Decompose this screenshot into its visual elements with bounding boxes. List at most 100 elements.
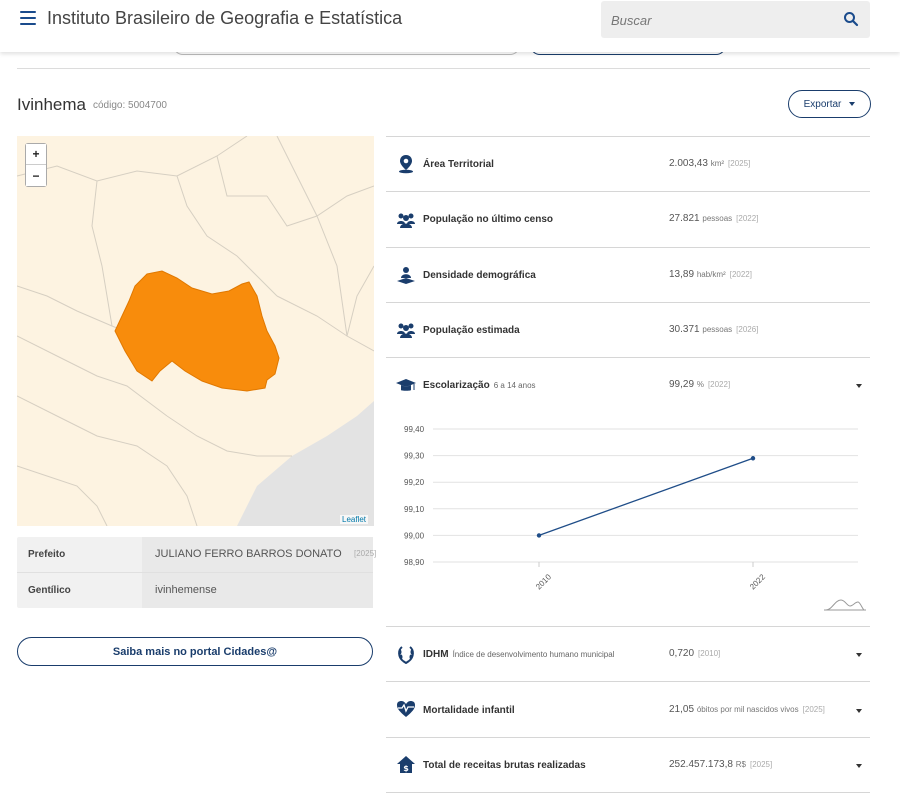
info-year: [2025] xyxy=(354,549,377,558)
chart-y-tick-label: 99,40 xyxy=(404,425,425,434)
people-icon xyxy=(397,323,415,338)
value-year: [2025] xyxy=(749,760,773,769)
indicator-value: 2.003,43 km² [2025] xyxy=(669,158,750,169)
map-canvas xyxy=(17,136,374,526)
search-icon[interactable] xyxy=(843,11,859,27)
indicator-value: 252.457.173,8 R$ [2025] xyxy=(669,759,772,770)
indicator-value: 99,29 % [2022] xyxy=(669,379,730,390)
chart-y-tick-label: 99,10 xyxy=(404,505,425,514)
graduation-cap-icon xyxy=(396,379,416,391)
search-input[interactable] xyxy=(611,10,831,30)
indicator-label: Escolarização 6 a 14 anos xyxy=(423,380,536,391)
indicator-label: Área Territorial xyxy=(423,159,494,170)
value-unit: R$ xyxy=(735,760,746,769)
indicator-value: 21,05 óbitos por mil nascidos vivos [2025… xyxy=(669,704,825,715)
value-year: [2022] xyxy=(736,214,759,223)
info-row-mayor: Prefeito JULIANO FERRO BARROS DONATO [20… xyxy=(17,537,377,572)
indicator-value: 27.821 pessoas [2022] xyxy=(669,213,758,224)
value-unit: óbitos por mil nascidos vivos xyxy=(696,705,799,714)
value-number: 30.371 xyxy=(669,324,700,335)
chart-data-point xyxy=(536,533,542,538)
money-house-icon: $ xyxy=(397,756,415,773)
indicator-row-area: Área Territorial 2.003,43 km² [2025] xyxy=(386,136,870,191)
indicator-label: Total de receitas brutas realizadas xyxy=(423,760,586,771)
chart-toggle-icon xyxy=(825,599,865,611)
label-text: Escolarização xyxy=(423,380,490,391)
map-zoom-control: + − xyxy=(25,143,47,187)
portal-cidades-button[interactable]: Saiba mais no portal Cidades@ xyxy=(17,637,373,666)
value-year: [2022] xyxy=(707,380,731,389)
zoom-out-button[interactable]: − xyxy=(26,165,46,186)
info-value: ivinhemense xyxy=(155,584,217,596)
value-unit: km² xyxy=(710,159,725,168)
chart-y-tick-label: 99,00 xyxy=(404,531,425,540)
value-number: 2.003,43 xyxy=(669,158,708,169)
export-button[interactable]: Exportar xyxy=(788,90,871,118)
indicator-row-gross-revenue[interactable]: $ Total de receitas brutas realizadas 25… xyxy=(386,737,870,792)
info-label: Gentílico xyxy=(28,585,71,596)
people-icon xyxy=(397,213,415,228)
chevron-down-icon[interactable] xyxy=(856,709,862,713)
svg-text:$: $ xyxy=(403,764,409,773)
indicator-value: 13,89 hab/km² [2022] xyxy=(669,269,752,280)
info-value: JULIANO FERRO BARROS DONATO xyxy=(155,548,342,560)
value-year: [2010] xyxy=(698,649,721,658)
laurel-icon xyxy=(398,646,414,664)
indicator-row-density: Densidade demográfica 13,89 hab/km² [2022… xyxy=(386,247,870,302)
schooling-chart: 99,40 99,30 99,20 99,10 99,00 98,90 2010 2022 xyxy=(386,412,870,626)
map-neighbor-area xyxy=(237,401,374,526)
indicator-sublabel: Índice de desenvolvimento humano municip… xyxy=(452,650,615,659)
indicator-label: População estimada xyxy=(423,325,520,336)
value-number: 252.457.173,8 xyxy=(669,759,733,770)
city-name: Ivinhema xyxy=(17,95,86,114)
chart-x-tick-label: 2010 xyxy=(534,572,553,591)
site-title[interactable]: Instituto Brasileiro de Geografia e Esta… xyxy=(47,8,402,29)
indicator-row-estimated-population: População estimada 30.371 pessoas [2026] xyxy=(386,302,870,357)
city-code: código: 5004700 xyxy=(93,100,167,111)
indicator-row-infant-mortality[interactable]: Mortalidade infantil 21,05 óbitos por mi… xyxy=(386,681,870,737)
value-year: [2022] xyxy=(729,270,752,279)
value-number: 27.821 xyxy=(669,213,700,224)
divider xyxy=(386,792,870,793)
municipality-shape[interactable] xyxy=(114,270,280,392)
indicator-label: Densidade demográfica xyxy=(423,270,536,281)
indicator-label: IDHM Índice de desenvolvimento humano mun… xyxy=(423,649,614,660)
indicator-row-census-population: População no último censo 27.821 pessoas… xyxy=(386,191,870,247)
info-label: Prefeito xyxy=(28,549,66,560)
value-year: [2026] xyxy=(736,325,759,334)
leaflet-attribution-link[interactable]: Leaflet xyxy=(340,515,369,524)
value-unit: hab/km² xyxy=(696,270,726,279)
indicator-value: 30.371 pessoas [2026] xyxy=(669,324,758,335)
chart-svg: 99,40 99,30 99,20 99,10 99,00 98,90 2010 2022 xyxy=(404,425,866,611)
divider xyxy=(17,68,870,69)
municipality-map[interactable] xyxy=(17,136,374,526)
zoom-in-button[interactable]: + xyxy=(26,144,46,165)
indicator-label: População no último censo xyxy=(423,214,554,225)
chart-y-tick-label: 99,30 xyxy=(404,452,425,461)
chart-y-tick-label: 99,20 xyxy=(404,478,425,487)
chevron-down-icon xyxy=(849,102,856,106)
export-label: Exportar xyxy=(803,98,842,110)
value-unit: % xyxy=(696,380,704,389)
indicator-value: 0,720 [2010] xyxy=(669,648,720,659)
label-text: IDHM xyxy=(423,649,449,660)
hamburger-menu-icon[interactable] xyxy=(20,11,36,27)
value-number: 13,89 xyxy=(669,269,695,280)
chart-y-tick-label: 98,90 xyxy=(404,558,425,567)
municipality-info-table: Prefeito JULIANO FERRO BARROS DONATO [20… xyxy=(17,537,377,608)
value-unit: pessoas xyxy=(702,214,733,223)
chevron-down-icon[interactable] xyxy=(856,384,862,388)
value-unit: pessoas xyxy=(702,325,733,334)
value-number: 99,29 xyxy=(669,379,695,390)
value-number: 21,05 xyxy=(669,704,695,715)
search-box xyxy=(601,1,870,38)
value-number: 0,720 xyxy=(669,648,695,659)
density-icon xyxy=(397,267,415,284)
map-pin-icon xyxy=(399,155,413,174)
chevron-down-icon[interactable] xyxy=(856,764,862,768)
chart-series-line xyxy=(538,457,754,537)
value-year: [2025] xyxy=(728,159,751,168)
chevron-down-icon[interactable] xyxy=(856,653,862,657)
site-header: Instituto Brasileiro de Geografia e Esta… xyxy=(0,0,900,52)
indicator-row-idhm[interactable]: IDHM Índice de desenvolvimento humano mun… xyxy=(386,626,870,681)
